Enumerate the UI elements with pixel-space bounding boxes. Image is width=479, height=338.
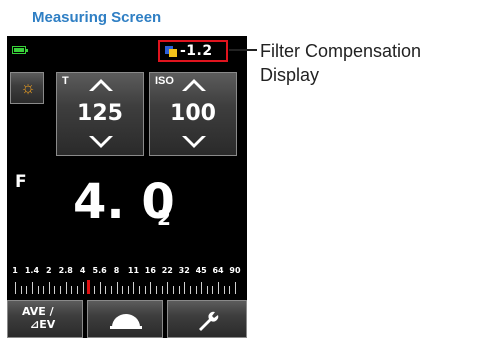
scale-tick [31,282,33,294]
filter-compensation-value: -1.2 [180,43,213,59]
ave-ev-button[interactable]: AVE / ⊿EV [7,300,83,338]
tool-box-button[interactable] [167,300,247,338]
scale-tick [195,286,197,294]
scale-tick [139,286,141,294]
scale-tick [229,286,231,294]
lumisphere-icon [110,313,142,334]
scale-tick [110,286,112,294]
shutter-down-arrow-icon[interactable] [89,136,113,148]
callout-line1: Filter Compensation [260,41,422,61]
scale-tick [65,282,67,294]
scale-tick [122,286,124,294]
scale-tick [116,282,118,294]
scale-tick [105,286,107,294]
callout-line2: Display [260,65,320,85]
iso-control: ISO 100 [149,72,237,156]
scale-tick [172,286,174,294]
shutter-speed-control: T 125 [56,72,144,156]
scale-tick [167,282,169,294]
aperture-scale-labels: 1 1.4 2 2.8 4 5.6 8 11 16 22 32 45 64 90 [7,266,247,278]
aperture-label: F [15,172,27,192]
scale-label: 8 [113,266,120,275]
scale-tick [20,286,22,294]
wrench-icon [196,309,220,336]
ave-label: AVE / [22,305,54,318]
battery-icon [12,46,28,54]
scale-tick [218,282,220,294]
scale-label: 4 [79,266,86,275]
shutter-label: T [62,75,69,87]
scale-label: 64 [212,266,224,275]
scale-tick [37,286,39,294]
measuring-mode-button[interactable]: ☼ [10,72,44,104]
scale-label: 22 [161,266,173,275]
scale-label: 32 [178,266,190,275]
lumisphere-button[interactable] [87,300,163,338]
scale-tick [189,286,191,294]
scale-tick [161,286,163,294]
scale-tick [206,286,208,294]
scale-label: 2 [46,266,52,275]
scale-tick [99,282,101,294]
scale-label: 11 [127,266,140,275]
scale-tick [178,286,180,294]
scale-tick [43,286,45,294]
scale-label: 16 [144,266,156,275]
scale-tick [144,286,146,294]
scale-tick [133,282,135,294]
aperture-tenths: 2 [157,206,171,230]
scale-label: 1 [12,266,18,275]
shutter-value: 125 [77,101,123,126]
scale-tick [93,286,95,294]
scale-label: 5.6 [92,266,107,275]
shutter-up-arrow-icon[interactable] [89,79,113,91]
scale-tick [201,282,203,294]
callout-label: Filter Compensation Display [260,39,421,87]
sun-icon: ☼ [20,78,36,97]
scale-label: 2.8 [58,266,73,275]
scale-label: 90 [229,266,241,275]
scale-tick [82,282,84,294]
scale-tick [127,286,129,294]
scale-tick [60,286,62,294]
scale-tick [48,282,50,294]
iso-label: ISO [155,75,174,87]
scale-tick [150,282,152,294]
filter-icon [165,46,177,57]
delta-ev-label: ⊿EV [30,318,56,331]
meter-screen: -1.2 ☼ T 125 ISO 100 F 4. 0 2 1 1.4 2 2.8 4 5… [7,36,247,338]
scale-label: 45 [195,266,207,275]
scale-tick [223,286,225,294]
filter-compensation-display: -1.2 [158,40,228,62]
page-heading: Measuring Screen [32,9,162,26]
aperture-marker [86,280,90,294]
iso-value: 100 [170,101,216,126]
scale-tick [156,286,158,294]
scale-tick [235,282,236,294]
scale-tick [71,286,73,294]
scale-tick [15,282,16,294]
iso-down-arrow-icon[interactable] [182,136,206,148]
iso-up-arrow-icon[interactable] [182,79,206,91]
scale-tick [184,282,186,294]
scale-tick [54,286,56,294]
scale-tick [77,286,79,294]
aperture-scale-ticks [9,280,243,294]
scale-tick [26,286,28,294]
scale-tick [212,286,214,294]
scale-label: 1.4 [24,266,40,275]
callout-line [229,49,257,51]
